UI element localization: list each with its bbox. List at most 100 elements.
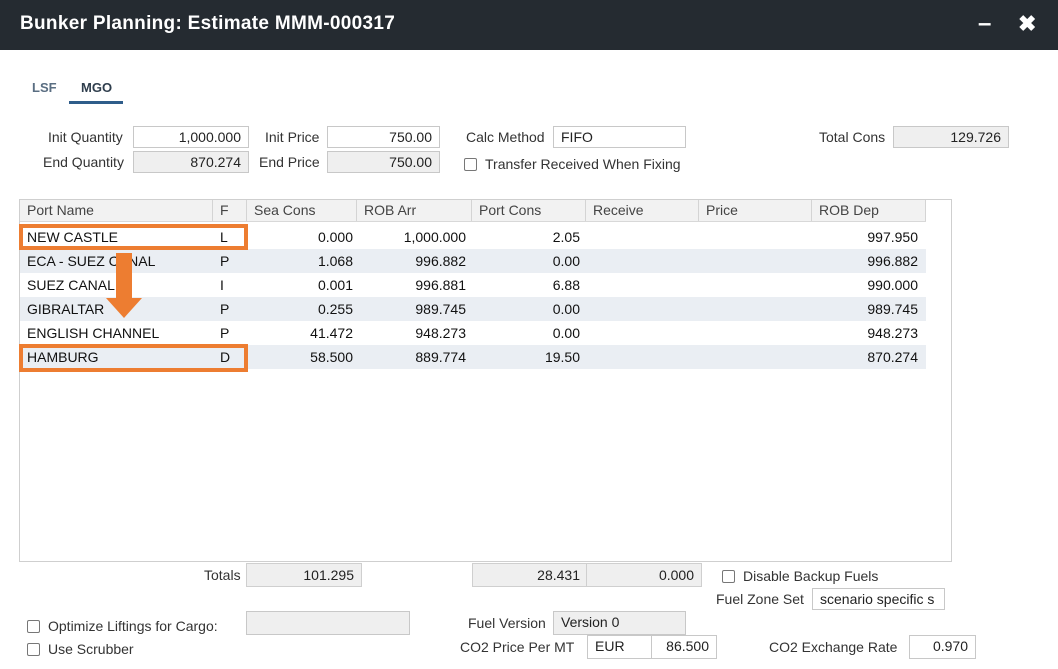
totals-label: Totals bbox=[204, 567, 241, 583]
calc-method-label: Calc Method bbox=[466, 129, 545, 145]
co2-exchange-rate-label: CO2 Exchange Rate bbox=[769, 639, 898, 655]
end-price-label: End Price bbox=[259, 154, 320, 170]
highlight-new-castle-row bbox=[19, 224, 248, 250]
cell-rob-dep: 990.000 bbox=[867, 277, 918, 293]
cell-rob-dep: 996.882 bbox=[867, 253, 918, 269]
cell-rob-arr: 889.774 bbox=[415, 349, 466, 365]
column-header-rob-arr[interactable]: ROB Arr bbox=[357, 200, 472, 221]
cell-price[interactable] bbox=[699, 273, 806, 297]
cell-rob-arr: 996.881 bbox=[415, 277, 466, 293]
end-quantity-field: 870.274 bbox=[133, 151, 249, 173]
transfer-received-label: Transfer Received When Fixing bbox=[485, 156, 681, 172]
cell-rob-arr: 948.273 bbox=[415, 325, 466, 341]
optimize-liftings-field[interactable] bbox=[246, 611, 410, 635]
use-scrubber-checkbox[interactable] bbox=[27, 643, 40, 656]
cell-price[interactable] bbox=[699, 297, 806, 321]
cell-rob-dep: 870.274 bbox=[867, 349, 918, 365]
column-header-rob-dep[interactable]: ROB Dep bbox=[812, 200, 926, 221]
cell-rob-dep: 948.273 bbox=[867, 325, 918, 341]
cell-port-name: ENGLISH CHANNEL bbox=[27, 325, 160, 341]
cell-price[interactable] bbox=[699, 225, 806, 249]
cell-port-cons: 6.88 bbox=[552, 277, 580, 293]
total-cons-label: Total Cons bbox=[819, 129, 886, 145]
cell-port-cons: 19.50 bbox=[544, 349, 580, 365]
optimize-liftings-checkbox[interactable] bbox=[27, 620, 40, 633]
bunker-grid: Port Name F Sea Cons ROB Arr Port Cons R… bbox=[19, 199, 952, 562]
co2-exchange-rate-input[interactable]: 0.970 bbox=[909, 635, 976, 659]
end-quantity-label: End Quantity bbox=[43, 154, 124, 170]
tab-lsf[interactable]: LSF bbox=[32, 80, 57, 95]
column-header-receive[interactable]: Receive bbox=[586, 200, 699, 221]
cell-receive[interactable] bbox=[586, 273, 693, 297]
fuel-version-label: Fuel Version bbox=[468, 615, 546, 631]
cell-receive[interactable] bbox=[586, 225, 693, 249]
cell-port-cons: 0.00 bbox=[552, 301, 580, 317]
cell-f: P bbox=[220, 325, 230, 341]
cell-sea-cons: 0.000 bbox=[317, 229, 353, 245]
calc-method-input[interactable]: FIFO bbox=[553, 126, 686, 148]
annotation-arrow-shaft bbox=[116, 253, 132, 300]
cell-receive[interactable] bbox=[586, 297, 693, 321]
disable-backup-fuels-label: Disable Backup Fuels bbox=[743, 568, 879, 584]
table-row[interactable]: GIBRALTAR P 0.255 989.745 0.00 989.745 bbox=[20, 297, 926, 321]
cell-receive[interactable] bbox=[586, 321, 693, 345]
co2-price-input[interactable]: 86.500 bbox=[651, 635, 717, 659]
cell-sea-cons: 0.255 bbox=[317, 301, 353, 317]
cell-rob-dep: 997.950 bbox=[867, 229, 918, 245]
disable-backup-fuels-checkbox[interactable] bbox=[722, 570, 735, 583]
highlight-hamburg-row bbox=[19, 344, 248, 372]
window-title: Bunker Planning: Estimate MMM-000317 bbox=[20, 13, 396, 34]
optimize-liftings-label: Optimize Liftings for Cargo: bbox=[48, 618, 218, 634]
minimize-icon[interactable]: – bbox=[978, 10, 991, 38]
cell-price[interactable] bbox=[699, 345, 806, 369]
co2-price-label: CO2 Price Per MT bbox=[460, 639, 575, 655]
cell-rob-arr: 989.745 bbox=[415, 301, 466, 317]
close-icon[interactable]: ✖ bbox=[1018, 11, 1036, 37]
use-scrubber-label: Use Scrubber bbox=[48, 641, 134, 657]
cell-rob-arr: 996.882 bbox=[415, 253, 466, 269]
init-quantity-label: Init Quantity bbox=[48, 129, 123, 145]
cell-sea-cons: 41.472 bbox=[310, 325, 353, 341]
co2-currency-input[interactable]: EUR bbox=[587, 635, 652, 659]
column-header-sea-cons[interactable]: Sea Cons bbox=[247, 200, 357, 221]
cell-rob-arr: 1,000.000 bbox=[403, 229, 466, 245]
grid-header: Port Name F Sea Cons ROB Arr Port Cons R… bbox=[20, 200, 926, 222]
cell-port-cons: 0.00 bbox=[552, 325, 580, 341]
active-tab-indicator bbox=[69, 101, 123, 104]
cell-f: I bbox=[220, 277, 224, 293]
fuel-version-field: Version 0 bbox=[553, 611, 686, 635]
table-row[interactable]: ECA - SUEZ CANAL P 1.068 996.882 0.00 99… bbox=[20, 249, 926, 273]
totals-sea-cons: 101.295 bbox=[246, 563, 362, 587]
cell-sea-cons: 58.500 bbox=[310, 349, 353, 365]
cell-port-cons: 2.05 bbox=[552, 229, 580, 245]
transfer-received-checkbox[interactable] bbox=[464, 158, 477, 171]
table-row[interactable]: ENGLISH CHANNEL P 41.472 948.273 0.00 94… bbox=[20, 321, 926, 345]
cell-rob-dep: 989.745 bbox=[867, 301, 918, 317]
cell-price[interactable] bbox=[699, 249, 806, 273]
cell-sea-cons: 1.068 bbox=[317, 253, 353, 269]
cell-sea-cons: 0.001 bbox=[317, 277, 353, 293]
fuel-zone-set-label: Fuel Zone Set bbox=[716, 591, 804, 607]
cell-f: P bbox=[220, 301, 230, 317]
column-header-port-name[interactable]: Port Name bbox=[20, 200, 213, 221]
column-header-f[interactable]: F bbox=[213, 200, 247, 221]
init-price-label: Init Price bbox=[265, 129, 320, 145]
cell-receive[interactable] bbox=[586, 345, 693, 369]
column-header-port-cons[interactable]: Port Cons bbox=[472, 200, 586, 221]
init-price-input[interactable]: 750.00 bbox=[327, 126, 440, 148]
table-row[interactable]: SUEZ CANAL I 0.001 996.881 6.88 990.000 bbox=[20, 273, 926, 297]
cell-price[interactable] bbox=[699, 321, 806, 345]
cell-receive[interactable] bbox=[586, 249, 693, 273]
totals-port-cons: 28.431 bbox=[472, 563, 588, 587]
arrow-down-icon bbox=[106, 298, 142, 318]
fuel-zone-set-input[interactable]: scenario specific s bbox=[812, 588, 945, 610]
totals-receive: 0.000 bbox=[586, 563, 702, 587]
tab-mgo[interactable]: MGO bbox=[81, 80, 112, 95]
total-cons-field: 129.726 bbox=[893, 126, 1009, 148]
cell-port-cons: 0.00 bbox=[552, 253, 580, 269]
end-price-field: 750.00 bbox=[327, 151, 440, 173]
column-header-price[interactable]: Price bbox=[699, 200, 812, 221]
cell-f: P bbox=[220, 253, 230, 269]
init-quantity-input[interactable]: 1,000.000 bbox=[133, 126, 249, 148]
title-bar: Bunker Planning: Estimate MMM-000317 – ✖ bbox=[0, 0, 1058, 50]
